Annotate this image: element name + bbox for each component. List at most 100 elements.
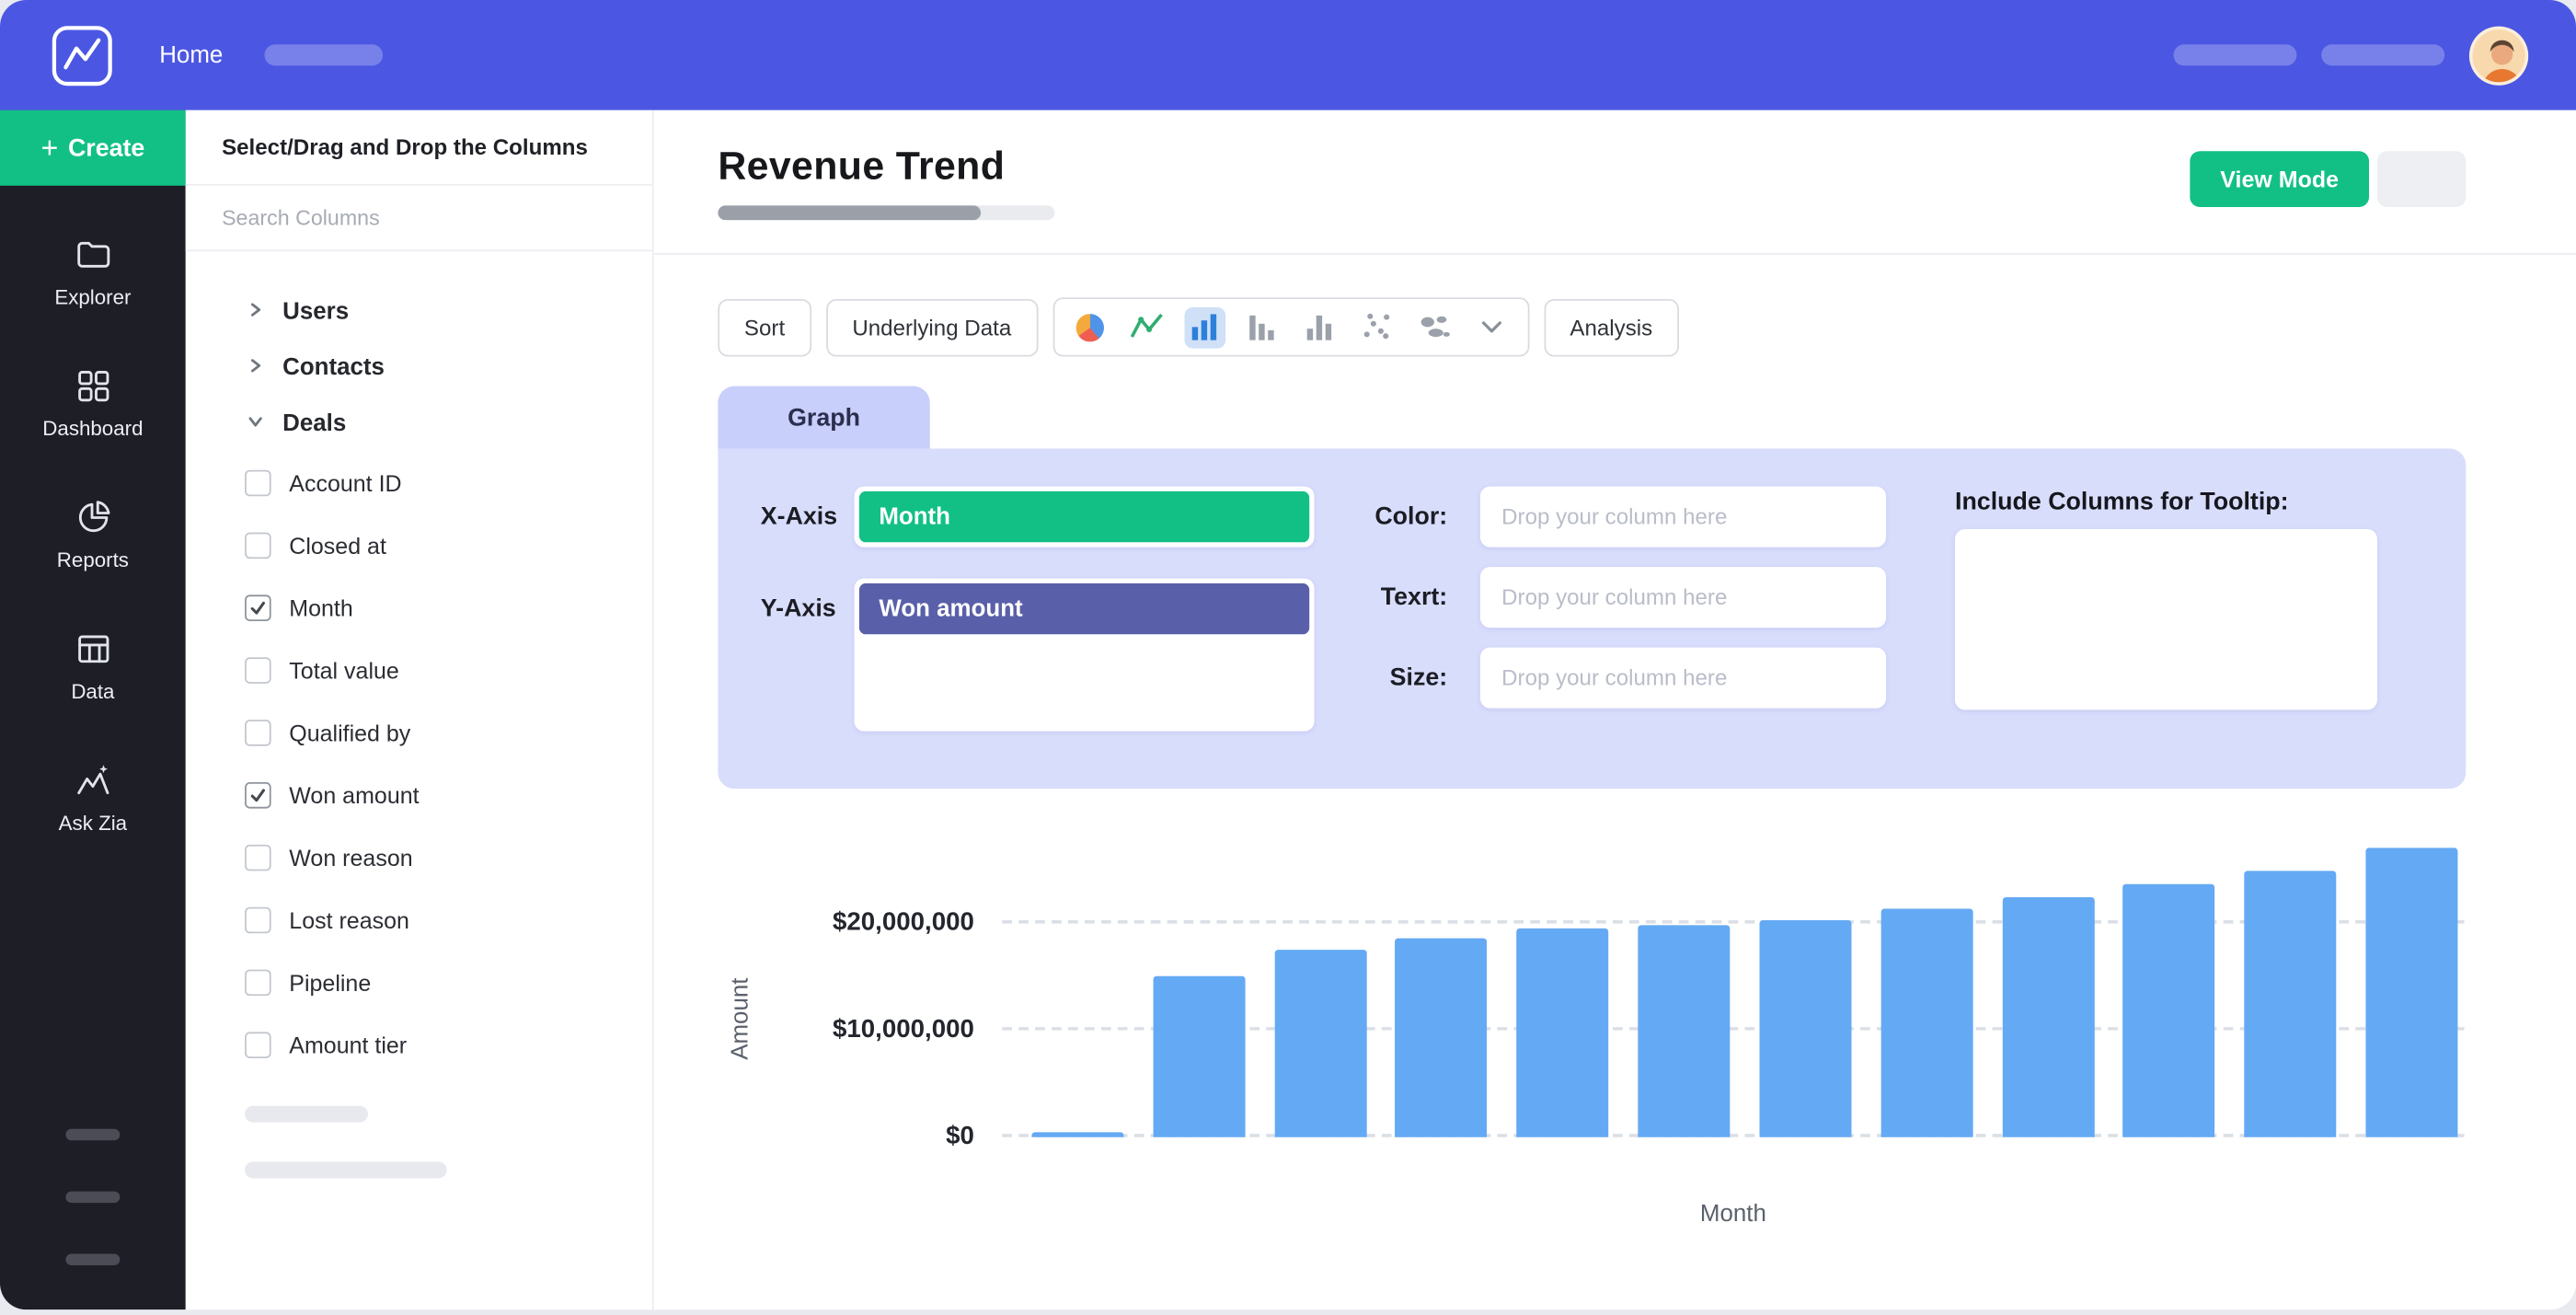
create-button-label: Create — [68, 134, 144, 162]
chart-bar[interactable] — [2002, 897, 2094, 1137]
y-tick-label: $10,000,000 — [744, 1014, 974, 1047]
checkbox-checked[interactable] — [245, 594, 271, 621]
chart-bar[interactable] — [2123, 884, 2215, 1137]
column-chart-2-icon[interactable] — [1241, 306, 1282, 348]
tree-field[interactable]: Month — [186, 577, 652, 640]
color-dropzone[interactable] — [1480, 487, 1886, 548]
chart-bar[interactable] — [1880, 908, 1972, 1136]
tree-field-label: Closed at — [289, 533, 386, 559]
chart-toolbar: Sort Underlying Data Analysis — [718, 297, 1678, 356]
checkbox-unchecked[interactable] — [245, 720, 271, 746]
sidebar-item-ask-zia[interactable]: Ask Zia — [0, 732, 186, 863]
tree-group-contacts[interactable]: Contacts — [186, 340, 652, 397]
user-avatar[interactable] — [2469, 26, 2528, 85]
tree-field[interactable]: Lost reason — [186, 889, 652, 952]
chevron-down-icon[interactable] — [247, 410, 265, 437]
chevron-down-icon[interactable] — [1471, 306, 1512, 348]
tree-field-label: Account ID — [289, 470, 401, 497]
tree-group-users[interactable]: Users — [186, 284, 652, 340]
x-axis-pill[interactable]: Month — [859, 491, 1309, 542]
main-area: Revenue Trend View Mode Sort Underlying … — [654, 110, 2576, 1310]
chart-bar[interactable] — [1031, 1132, 1123, 1136]
columns-panel: Select/Drag and Drop the Columns Users C… — [186, 110, 654, 1310]
pie-chart-icon[interactable] — [1069, 306, 1110, 348]
sidebar-item-reports[interactable]: Reports — [0, 468, 186, 600]
tab-graph[interactable]: Graph — [718, 386, 929, 449]
topbar: Home — [0, 0, 2576, 110]
size-dropzone[interactable] — [1480, 648, 1886, 709]
nav-placeholder — [264, 44, 383, 65]
bar-chart-icon[interactable] — [1184, 306, 1225, 348]
columns-panel-title: Select/Drag and Drop the Columns — [186, 110, 652, 186]
sidebar-item-data[interactable]: Data — [0, 600, 186, 732]
y-tick-label: $0 — [744, 1121, 974, 1154]
line-chart-icon[interactable] — [1126, 306, 1167, 348]
analysis-button[interactable]: Analysis — [1544, 298, 1679, 356]
grid-icon — [73, 365, 112, 405]
chart-bar[interactable] — [1274, 950, 1366, 1137]
color-label: Color: — [1260, 502, 1448, 530]
checkbox-unchecked[interactable] — [245, 533, 271, 559]
x-axis-dropzone[interactable]: Month — [855, 487, 1315, 548]
tree-group-deals[interactable]: Deals — [186, 396, 652, 452]
checkbox-checked[interactable] — [245, 782, 271, 809]
tree-field[interactable]: Total value — [186, 640, 652, 702]
chart-bar[interactable] — [1759, 920, 1851, 1137]
y-axis-dropzone[interactable]: Won amount — [855, 579, 1315, 732]
pie-outline-icon — [73, 497, 112, 536]
chart-bar[interactable] — [1396, 939, 1488, 1137]
zia-icon — [73, 760, 112, 800]
chart-bar[interactable] — [2245, 871, 2337, 1136]
tree-group-label: Deals — [282, 410, 346, 437]
text-dropzone[interactable] — [1480, 567, 1886, 628]
search-columns-input[interactable] — [186, 186, 652, 251]
checkbox-unchecked[interactable] — [245, 907, 271, 934]
tree-field[interactable]: Won reason — [186, 826, 652, 889]
x-axis-title: Month — [1700, 1201, 1766, 1228]
column-chart-3-icon[interactable] — [1299, 306, 1340, 348]
create-button[interactable]: + Create — [0, 110, 186, 186]
table-icon — [73, 629, 112, 668]
app-logo-icon[interactable] — [50, 22, 115, 87]
tree-field[interactable]: Qualified by — [186, 701, 652, 764]
checkbox-unchecked[interactable] — [245, 470, 271, 497]
chart-bar[interactable] — [1517, 929, 1609, 1137]
chart-bar[interactable] — [1153, 976, 1245, 1137]
checkbox-unchecked[interactable] — [245, 657, 271, 684]
tooltip-columns-dropzone[interactable] — [1955, 529, 2377, 709]
tree-field-label: Won reason — [289, 845, 412, 871]
tree-field[interactable]: Amount tier — [186, 1014, 652, 1077]
checkbox-unchecked[interactable] — [245, 845, 271, 871]
tree-field[interactable]: Won amount — [186, 764, 652, 826]
viewport: Home + Create — [0, 0, 2576, 1315]
sidebar-item-dashboard[interactable]: Dashboard — [0, 337, 186, 468]
tree-field[interactable]: Pipeline — [186, 952, 652, 1014]
sidebar-item-explorer[interactable]: Explorer — [0, 205, 186, 337]
nav-home[interactable]: Home — [159, 42, 223, 69]
view-mode-button[interactable]: View Mode — [2190, 151, 2369, 207]
bar-chart: Amount Month $0$10,000,000$20,000,000 — [1002, 815, 2464, 1137]
chevron-right-icon[interactable] — [247, 299, 265, 326]
chart-type-group — [1052, 297, 1529, 356]
header-placeholder-button[interactable] — [2377, 151, 2466, 207]
tree-field[interactable]: Account ID — [186, 452, 652, 514]
page-title: Revenue Trend — [718, 144, 1005, 190]
y-axis-pill[interactable]: Won amount — [859, 583, 1309, 634]
sidebar-item-label: Dashboard — [42, 417, 143, 440]
chart-bar[interactable] — [2365, 848, 2457, 1136]
tree-field-label: Amount tier — [289, 1032, 407, 1058]
checkbox-unchecked[interactable] — [245, 970, 271, 997]
x-axis-label: X-Axis — [761, 502, 837, 530]
tree-field[interactable]: Closed at — [186, 514, 652, 577]
underlying-data-button[interactable]: Underlying Data — [826, 298, 1038, 356]
map-icon[interactable] — [1414, 306, 1455, 348]
chart-bar[interactable] — [1638, 925, 1730, 1136]
tree-field-label: Month — [289, 594, 353, 621]
chevron-right-icon[interactable] — [247, 355, 265, 382]
columns-skeleton — [245, 1106, 652, 1179]
scatter-icon[interactable] — [1356, 306, 1397, 348]
tree-field-label: Lost reason — [289, 907, 409, 934]
tree-field-label: Won amount — [289, 782, 419, 809]
checkbox-unchecked[interactable] — [245, 1032, 271, 1058]
sort-button[interactable]: Sort — [718, 298, 811, 356]
